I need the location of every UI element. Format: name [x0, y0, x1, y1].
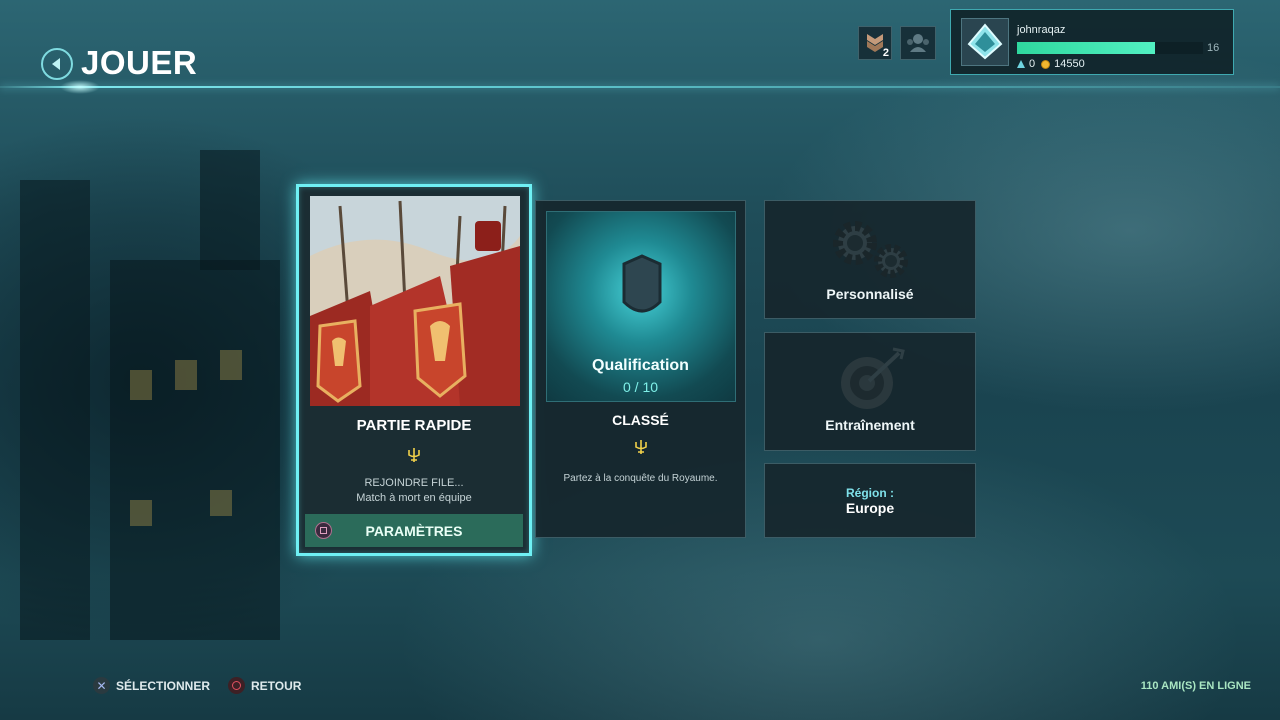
game-mode-name: Match à mort en équipe	[356, 492, 472, 504]
back-arrow-icon	[52, 58, 60, 70]
cross-button-icon: ✕	[93, 677, 110, 694]
quick-match-artwork	[310, 196, 520, 406]
player-avatar	[961, 18, 1009, 66]
square-button-icon	[315, 522, 332, 539]
region-label: Région :	[846, 486, 894, 500]
gears-icon	[833, 221, 908, 278]
friends-online[interactable]: 110 AMI(S) EN LIGNE	[1141, 680, 1251, 692]
rank-badge-button[interactable]: 2	[858, 26, 892, 60]
gold-coin-icon	[1041, 59, 1051, 69]
gold-amount: 14550	[1054, 58, 1085, 70]
select-hint[interactable]: ✕ SÉLECTIONNER	[93, 677, 210, 694]
settings-label: PARAMÈTRES	[365, 522, 463, 539]
background-castle	[0, 120, 300, 720]
back-button[interactable]	[41, 48, 73, 80]
training-card[interactable]: Entraînement	[764, 332, 976, 451]
target-icon	[841, 347, 905, 409]
trident-emblem-icon	[634, 440, 647, 454]
circle-button-icon	[228, 677, 245, 694]
back-hint[interactable]: RETOUR	[228, 677, 301, 694]
ranked-title: CLASSÉ	[612, 412, 669, 428]
back-label: RETOUR	[251, 678, 302, 693]
select-label: SÉLECTIONNER	[116, 678, 211, 693]
ranked-description: Partez à la conquête du Royaume.	[563, 473, 718, 484]
header-divider	[0, 86, 1280, 88]
shield-icon	[622, 254, 662, 313]
training-label: Entraînement	[825, 417, 915, 433]
custom-game-card[interactable]: Personnalisé	[764, 200, 976, 319]
region-selector[interactable]: Région : Europe	[764, 463, 976, 538]
player-profile[interactable]: johnraqaz 16 0 14550	[950, 9, 1234, 75]
settings-button[interactable]: PARAMÈTRES	[305, 514, 523, 547]
quick-match-title: PARTIE RAPIDE	[356, 417, 472, 434]
header-glow	[60, 80, 100, 94]
ranked-card[interactable]: Qualification 0 / 10 CLASSÉ Partez à la …	[535, 200, 746, 538]
queue-status: REJOINDRE FILE...	[364, 477, 464, 489]
region-value: Europe	[845, 500, 895, 516]
rank-count: 2	[882, 47, 889, 59]
crystal-amount: 0	[1029, 58, 1036, 70]
page-title: JOUER	[81, 44, 198, 81]
currency-row: 0 14550	[1017, 58, 1085, 70]
custom-game-label: Personnalisé	[826, 286, 914, 302]
qualification-label: Qualification	[592, 357, 689, 374]
qualification-progress: 0 / 10	[622, 379, 659, 395]
xp-bar-fill	[1017, 42, 1155, 54]
xp-bar	[1017, 42, 1203, 54]
player-level: 16	[1207, 42, 1220, 54]
quick-match-card[interactable]: PARTIE RAPIDE REJOINDRE FILE... Match à …	[296, 184, 532, 556]
party-button[interactable]	[900, 26, 936, 60]
player-name: johnraqaz	[1017, 24, 1066, 36]
party-icon	[907, 34, 929, 52]
crystal-icon	[1017, 60, 1025, 68]
diamond-rank-icon	[967, 23, 1003, 60]
trident-emblem-icon	[408, 448, 420, 462]
